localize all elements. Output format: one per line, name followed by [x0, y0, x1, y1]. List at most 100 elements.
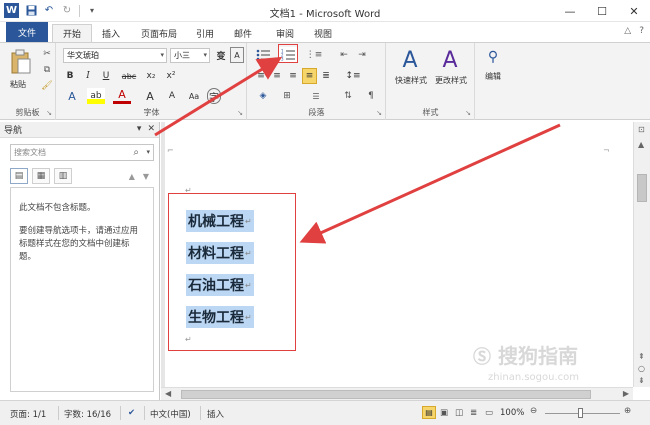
- styles-launcher-icon[interactable]: ↘: [465, 109, 471, 117]
- shrink-font-button[interactable]: A: [163, 88, 181, 104]
- previous-icon[interactable]: ▲: [129, 172, 135, 181]
- increase-indent-icon[interactable]: ⇥: [354, 47, 370, 63]
- title-bar: W ↶ ↻ ▾ 文档1 - Microsoft Word — ☐ ✕: [0, 0, 650, 22]
- scroll-right-icon[interactable]: ▶: [623, 389, 629, 398]
- status-separator: [200, 406, 201, 420]
- show-marks-icon[interactable]: ¶: [364, 88, 378, 104]
- maximize-button[interactable]: ☐: [586, 0, 618, 22]
- italic-button[interactable]: I: [81, 68, 95, 84]
- select-browse-icon[interactable]: ○: [638, 364, 645, 373]
- zoom-slider-thumb[interactable]: [578, 408, 583, 418]
- align-left-icon[interactable]: ≡: [254, 68, 268, 84]
- font-name-value: 华文琥珀: [67, 51, 99, 60]
- paste-button[interactable]: [4, 47, 38, 77]
- outline-icon[interactable]: ≣: [470, 408, 477, 418]
- proofing-icon[interactable]: ✔: [128, 408, 135, 418]
- format-painter-icon[interactable]: 🖌: [40, 79, 54, 93]
- underline-button[interactable]: U: [99, 68, 113, 84]
- status-words[interactable]: 字数: 16/16: [64, 408, 111, 420]
- tab-file[interactable]: 文件: [6, 22, 48, 42]
- copy-icon[interactable]: ⧉: [40, 63, 54, 77]
- zoom-in-icon[interactable]: ⊕: [624, 406, 631, 416]
- full-screen-icon[interactable]: ▣: [440, 408, 448, 418]
- distributed-icon[interactable]: ≣: [319, 68, 333, 84]
- multilevel-list-icon[interactable]: ⋮≡: [304, 47, 324, 63]
- font-size-combo[interactable]: 小三 ▾: [170, 48, 210, 63]
- ribbon-tabs: 文件 开始 插入 页面布局 引用 邮件 审阅 视图 △ ?: [0, 22, 650, 42]
- minimize-ribbon-icon[interactable]: △: [624, 26, 631, 36]
- tab-insert[interactable]: 插入: [96, 24, 126, 42]
- close-button[interactable]: ✕: [618, 0, 650, 22]
- bold-button[interactable]: B: [63, 68, 77, 84]
- nav-header: 导航: [0, 122, 159, 138]
- font-launcher-icon[interactable]: ↘: [237, 109, 243, 117]
- decrease-indent-icon[interactable]: ⇤: [336, 47, 352, 63]
- results-view-icon[interactable]: ▥: [54, 168, 72, 184]
- margin-corner: ¬: [603, 146, 610, 155]
- group-clipboard: 粘贴 ✂ ⧉ 🖌 剪贴板 ↘: [0, 43, 56, 120]
- draft-icon[interactable]: ▭: [485, 408, 493, 418]
- superscript-button[interactable]: x²: [163, 68, 179, 84]
- change-styles-icon[interactable]: A: [433, 45, 467, 75]
- group-label-styles: 样式: [422, 108, 439, 117]
- previous-page-icon[interactable]: ⇞: [638, 352, 645, 361]
- shading-icon[interactable]: ◈: [254, 88, 272, 104]
- chinese-layout-icon[interactable]: ☰: [308, 88, 324, 104]
- scroll-thumb[interactable]: [637, 174, 647, 202]
- chevron-down-icon[interactable]: ▾: [146, 148, 150, 156]
- clipboard-launcher-icon[interactable]: ↘: [46, 109, 52, 117]
- help-icon[interactable]: ?: [639, 26, 644, 36]
- nav-no-headings-text: 此文档不包含标题。: [19, 203, 96, 213]
- tab-page-layout[interactable]: 页面布局: [134, 24, 184, 42]
- nav-search-input[interactable]: 搜索文档 ⌕ ▾: [10, 144, 154, 161]
- web-layout-icon[interactable]: ◫: [455, 408, 463, 418]
- tab-references[interactable]: 引用: [190, 24, 220, 42]
- cut-icon[interactable]: ✂: [40, 47, 54, 61]
- horizontal-scrollbar[interactable]: ◀ ▶: [161, 387, 633, 400]
- status-insert-mode[interactable]: 插入: [207, 408, 224, 420]
- tab-review[interactable]: 审阅: [270, 24, 300, 42]
- print-layout-icon[interactable]: ▤: [422, 406, 436, 419]
- font-color-button[interactable]: A: [113, 88, 131, 104]
- next-page-icon[interactable]: ⇟: [638, 376, 645, 385]
- next-icon[interactable]: ▼: [143, 172, 149, 181]
- enclosed-char-button[interactable]: 字: [207, 88, 221, 104]
- text-effects-button[interactable]: A: [63, 88, 81, 104]
- vertical-scrollbar[interactable]: ⊡ ▲ ⇞ ○ ⇟: [633, 122, 650, 387]
- highlight-button[interactable]: ab: [87, 88, 105, 104]
- minimize-button[interactable]: —: [554, 0, 586, 22]
- bullets-button[interactable]: [254, 47, 272, 63]
- align-center-icon[interactable]: ≡: [270, 68, 284, 84]
- search-icon[interactable]: ⌕: [133, 147, 139, 158]
- justify-icon[interactable]: ≡: [302, 68, 317, 84]
- change-case-button[interactable]: Aa: [185, 88, 203, 104]
- ruler-toggle-icon[interactable]: ⊡: [638, 125, 645, 134]
- subscript-button[interactable]: x₂: [143, 68, 159, 84]
- status-page[interactable]: 页面: 1/1: [10, 408, 46, 420]
- scroll-left-icon[interactable]: ◀: [165, 389, 171, 398]
- status-language[interactable]: 中文(中国): [150, 408, 191, 420]
- tab-home[interactable]: 开始: [52, 24, 92, 42]
- nav-close-icon[interactable]: ✕: [147, 124, 155, 134]
- tab-mailings[interactable]: 邮件: [228, 24, 258, 42]
- align-right-icon[interactable]: ≡: [286, 68, 300, 84]
- quick-styles-icon[interactable]: A: [393, 45, 427, 75]
- binoculars-icon[interactable]: ⚲: [483, 47, 503, 67]
- font-name-combo[interactable]: 华文琥珀 ▾: [63, 48, 167, 63]
- scroll-up-icon[interactable]: ▲: [638, 140, 644, 149]
- headings-view-icon[interactable]: ▤: [10, 168, 28, 184]
- line-spacing-icon[interactable]: ↕≡: [344, 68, 362, 84]
- tab-view[interactable]: 视图: [308, 24, 338, 42]
- status-zoom[interactable]: 100%: [500, 408, 524, 418]
- strikethrough-button[interactable]: abc: [119, 68, 139, 84]
- nav-menu-icon[interactable]: ▾: [137, 124, 142, 134]
- grow-font-button[interactable]: A: [141, 88, 159, 104]
- zoom-out-icon[interactable]: ⊖: [530, 406, 537, 416]
- hscroll-thumb[interactable]: [181, 390, 591, 399]
- phonetic-guide-button[interactable]: 变: [214, 47, 228, 63]
- paragraph-launcher-icon[interactable]: ↘: [376, 109, 382, 117]
- pages-view-icon[interactable]: ▦: [32, 168, 50, 184]
- borders-icon[interactable]: ⊞: [278, 88, 296, 104]
- sort-icon[interactable]: ⇅: [340, 88, 356, 104]
- character-border-button[interactable]: A: [230, 47, 244, 63]
